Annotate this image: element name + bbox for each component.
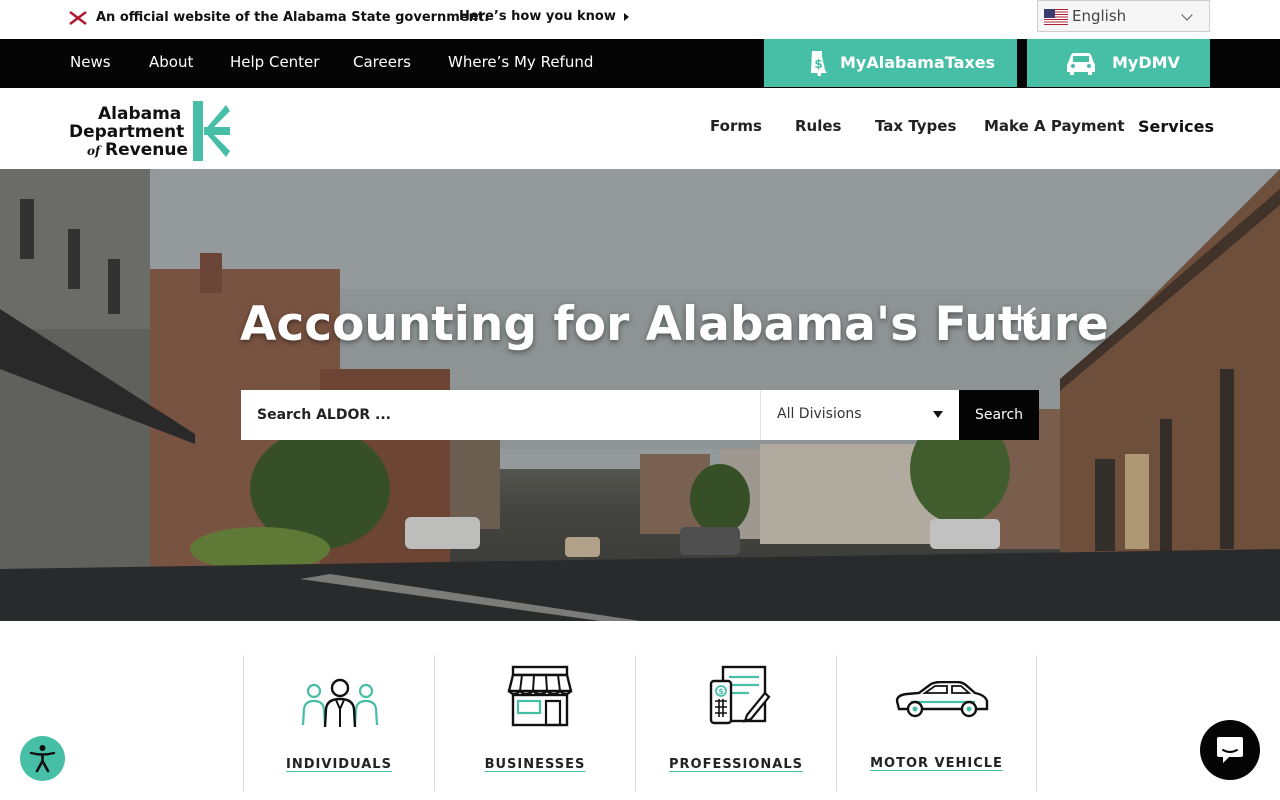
my-dmv-button[interactable]: MyDMV (1027, 39, 1210, 87)
utility-link-wheres-my-refund[interactable]: Where’s My Refund (448, 53, 593, 71)
official-banner: An official website of the Alabama State… (0, 0, 1280, 39)
aldor-logo[interactable]: Alabama Department of Revenue (69, 101, 234, 163)
caret-down-icon (933, 411, 943, 418)
division-select-value: All Divisions (777, 406, 862, 422)
nav-services[interactable]: Services (1138, 117, 1214, 136)
logo-line-department: Department (69, 122, 185, 142)
hero-banner: Accounting for Alabama's Future All Divi… (0, 169, 1280, 621)
division-select[interactable]: All Divisions (760, 390, 959, 440)
site-search: All Divisions Search (241, 390, 1039, 440)
utility-nav: News About Help Center Careers Where’s M… (0, 39, 1280, 88)
car-icon (895, 681, 989, 718)
category-cards: INDIVIDUALS BUSINESSES $ PROFESSIONALS M… (243, 655, 1038, 791)
category-card-professionals[interactable]: $ PROFESSIONALS (635, 655, 836, 791)
calculator-document-icon: $ (709, 665, 771, 725)
chat-button[interactable] (1200, 720, 1260, 780)
chevron-down-icon (1181, 9, 1193, 21)
nav-rules[interactable]: Rules (795, 117, 841, 135)
utility-link-about[interactable]: About (149, 53, 193, 71)
category-label-individuals: INDIVIDUALS (286, 757, 392, 772)
utility-link-careers[interactable]: Careers (353, 53, 411, 71)
logo-line-revenue: Revenue (105, 140, 188, 160)
official-banner-text: An official website of the Alabama State… (96, 10, 490, 25)
nav-tax-types[interactable]: Tax Types (875, 117, 956, 135)
language-label: English (1072, 7, 1127, 25)
nav-forms[interactable]: Forms (710, 117, 762, 135)
category-label-businesses: BUSINESSES (484, 757, 586, 772)
alabama-dollar-icon: $ (811, 51, 827, 76)
us-flag-icon (1044, 9, 1068, 25)
search-button[interactable]: Search (959, 390, 1039, 440)
category-card-businesses[interactable]: BUSINESSES (434, 655, 635, 791)
my-alabama-taxes-button[interactable]: $ MyAlabamaTaxes (764, 39, 1017, 87)
aldor-star-icon (193, 101, 230, 161)
category-label-motor-vehicle: MOTOR VEHICLE (870, 756, 1003, 771)
my-dmv-label: MyDMV (1112, 53, 1180, 72)
category-card-motor-vehicle[interactable]: MOTOR VEHICLE (836, 655, 1037, 791)
category-card-individuals[interactable]: INDIVIDUALS (243, 655, 434, 791)
hero-title: Accounting for Alabama's Future (240, 297, 1109, 352)
storefront-icon (507, 665, 573, 727)
chat-bubble-icon (1217, 737, 1243, 763)
category-label-professionals: PROFESSIONALS (669, 757, 803, 772)
svg-text:$: $ (814, 57, 822, 71)
svg-text:$: $ (718, 687, 724, 696)
logo-line-of: of (87, 144, 101, 158)
car-icon (1067, 53, 1095, 75)
caret-right-icon (623, 12, 629, 21)
search-input[interactable] (241, 390, 760, 440)
utility-link-help-center[interactable]: Help Center (230, 53, 319, 71)
accessibility-icon (29, 745, 56, 773)
my-alabama-taxes-label: MyAlabamaTaxes (840, 53, 996, 72)
utility-link-news[interactable]: News (70, 53, 111, 71)
language-selector[interactable]: English (1037, 0, 1210, 32)
alabama-flag-icon (69, 11, 87, 25)
logo-line-alabama: Alabama (98, 104, 182, 124)
accessibility-button[interactable] (20, 736, 65, 781)
aldor-star-icon (1018, 305, 1036, 331)
nav-make-a-payment[interactable]: Make A Payment (984, 117, 1125, 135)
people-group-icon (301, 678, 379, 728)
main-header: Alabama Department of Revenue Forms Rule… (0, 88, 1280, 169)
heres-how-you-know-link[interactable]: Here’s how you know (459, 9, 629, 24)
